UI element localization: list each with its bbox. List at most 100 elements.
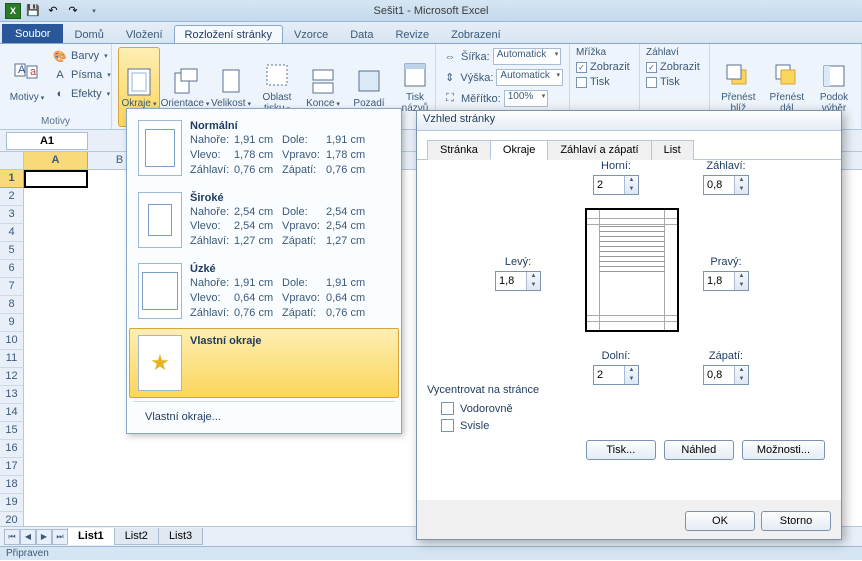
scale-combo[interactable]: 100%	[504, 90, 549, 107]
page-setup-dialog: Vzhled stránky Stránka Okraje Záhlaví a …	[416, 110, 842, 540]
margin-top-group: Horní: ▲▼	[593, 160, 639, 195]
redo-icon[interactable]: ↷	[64, 2, 82, 20]
undo-icon[interactable]: ↶	[44, 2, 62, 20]
margin-thumb-icon	[138, 263, 182, 319]
margins-option[interactable]: ŠirokéNahoře:2,54 cmDole:2,54 cmVlevo:2,…	[129, 185, 399, 257]
dialog-tab-headerfooter[interactable]: Záhlaví a zápatí	[547, 140, 651, 160]
tab-review[interactable]: Revize	[384, 25, 440, 43]
svg-text:A: A	[18, 64, 26, 76]
margins-icon	[123, 66, 155, 98]
row-header[interactable]: 2	[0, 188, 24, 206]
options-button[interactable]: Možnosti...	[742, 440, 825, 460]
headings-view-check[interactable]: ✓Zobrazit	[646, 61, 703, 73]
themes-icon: Aa	[11, 60, 43, 92]
row-header[interactable]: 1	[0, 170, 24, 188]
effects-button[interactable]: ◐Efekty	[52, 85, 111, 103]
ribbon-tabs: Soubor Domů Vložení Rozložení stránky Vz…	[0, 22, 862, 44]
row-header[interactable]: 7	[0, 278, 24, 296]
select-all-corner[interactable]	[0, 152, 24, 169]
margin-top-spinner[interactable]: ▲▼	[593, 175, 639, 195]
bring-forward-icon	[722, 60, 754, 92]
themes-button[interactable]: Aa Motivy	[6, 47, 48, 115]
margin-right-spinner[interactable]: ▲▼	[703, 271, 749, 291]
col-header-a[interactable]: A	[24, 152, 88, 169]
center-section: Vycentrovat na stránce Vodorovně Svisle	[427, 384, 539, 434]
sheet-tab-2[interactable]: List2	[114, 528, 159, 545]
cell-a1[interactable]	[24, 170, 88, 188]
headings-print-check[interactable]: Tisk	[646, 76, 703, 88]
row-header[interactable]: 18	[0, 476, 24, 494]
row-header[interactable]: 3	[0, 206, 24, 224]
print-titles-icon	[399, 60, 431, 92]
margin-thumb-icon	[138, 120, 182, 176]
size-icon	[215, 66, 247, 98]
print-button[interactable]: Tisk...	[586, 440, 656, 460]
row-header[interactable]: 14	[0, 404, 24, 422]
center-vertical-check[interactable]: Svisle	[427, 417, 539, 434]
send-backward-icon	[771, 60, 803, 92]
dialog-tab-margins[interactable]: Okraje	[490, 140, 548, 160]
margin-thumb-icon	[138, 192, 182, 248]
ok-button[interactable]: OK	[685, 511, 755, 531]
sheet-tab-1[interactable]: List1	[67, 528, 115, 545]
sheet-nav[interactable]: ⏮◀▶⏭	[4, 529, 68, 545]
tab-view[interactable]: Zobrazení	[440, 25, 512, 43]
row-header[interactable]: 16	[0, 440, 24, 458]
tab-insert[interactable]: Vložení	[115, 25, 174, 43]
margin-footer-spinner[interactable]: ▲▼	[703, 365, 749, 385]
tab-formulas[interactable]: Vzorce	[283, 25, 339, 43]
save-icon[interactable]: 💾	[24, 2, 42, 20]
center-horizontal-check[interactable]: Vodorovně	[427, 400, 539, 417]
gridlines-view-check[interactable]: ✓Zobrazit	[576, 61, 633, 73]
dialog-tab-page[interactable]: Stránka	[427, 140, 491, 160]
row-header[interactable]: 15	[0, 422, 24, 440]
status-bar: Připraven	[0, 546, 862, 560]
tab-file[interactable]: Soubor	[2, 24, 63, 43]
margins-option-custom[interactable]: ★Vlastní okraje	[129, 328, 399, 398]
scale-icon: ⛶	[442, 91, 458, 107]
print-area-icon	[261, 60, 293, 92]
preview-button[interactable]: Náhled	[664, 440, 734, 460]
sheet-tab-3[interactable]: List3	[158, 528, 203, 545]
star-icon: ★	[138, 335, 182, 391]
row-header[interactable]: 11	[0, 350, 24, 368]
tab-data[interactable]: Data	[339, 25, 384, 43]
row-header[interactable]: 12	[0, 368, 24, 386]
dialog-tab-sheet[interactable]: List	[651, 140, 694, 160]
margin-left-group: Levý: ▲▼	[495, 256, 541, 291]
margins-option[interactable]: NormálníNahoře:1,91 cmDole:1,91 cmVlevo:…	[129, 113, 399, 185]
margin-option-name: Široké	[190, 192, 390, 204]
row-header[interactable]: 13	[0, 386, 24, 404]
margins-option[interactable]: ÚzkéNahoře:1,91 cmDole:1,91 cmVlevo:0,64…	[129, 256, 399, 328]
margin-bottom-spinner[interactable]: ▲▼	[593, 365, 639, 385]
row-header[interactable]: 9	[0, 314, 24, 332]
window-title: Sešit1 - Microsoft Excel	[374, 5, 489, 17]
margin-header-spinner[interactable]: ▲▼	[703, 175, 749, 195]
fonts-icon: A	[52, 67, 68, 83]
page-preview	[585, 208, 679, 332]
width-combo[interactable]: Automatick	[493, 48, 561, 65]
qat-customize-icon[interactable]	[84, 2, 102, 20]
row-header[interactable]: 19	[0, 494, 24, 512]
colors-icon: 🎨	[52, 48, 68, 64]
row-header[interactable]: 10	[0, 332, 24, 350]
row-header[interactable]: 8	[0, 296, 24, 314]
row-header[interactable]: 17	[0, 458, 24, 476]
colors-button[interactable]: 🎨Barvy	[52, 47, 111, 65]
fonts-button[interactable]: APísma	[52, 66, 111, 84]
tab-page-layout[interactable]: Rozložení stránky	[174, 25, 283, 43]
margin-right-group: Pravý: ▲▼	[703, 256, 749, 291]
dialog-title: Vzhled stránky	[417, 111, 841, 131]
gridlines-print-check[interactable]: Tisk	[576, 76, 633, 88]
cancel-button[interactable]: Storno	[761, 511, 831, 531]
row-header[interactable]: 6	[0, 260, 24, 278]
margin-left-spinner[interactable]: ▲▼	[495, 271, 541, 291]
name-box[interactable]: A1	[6, 132, 88, 150]
height-combo[interactable]: Automatick	[496, 69, 563, 86]
row-header[interactable]: 4	[0, 224, 24, 242]
custom-margins-command[interactable]: Vlastní okraje...	[129, 405, 399, 429]
tab-home[interactable]: Domů	[63, 25, 114, 43]
gridlines-label: Mřížka	[576, 47, 633, 58]
margin-footer-group: Zápatí: ▲▼	[703, 350, 749, 385]
row-header[interactable]: 5	[0, 242, 24, 260]
